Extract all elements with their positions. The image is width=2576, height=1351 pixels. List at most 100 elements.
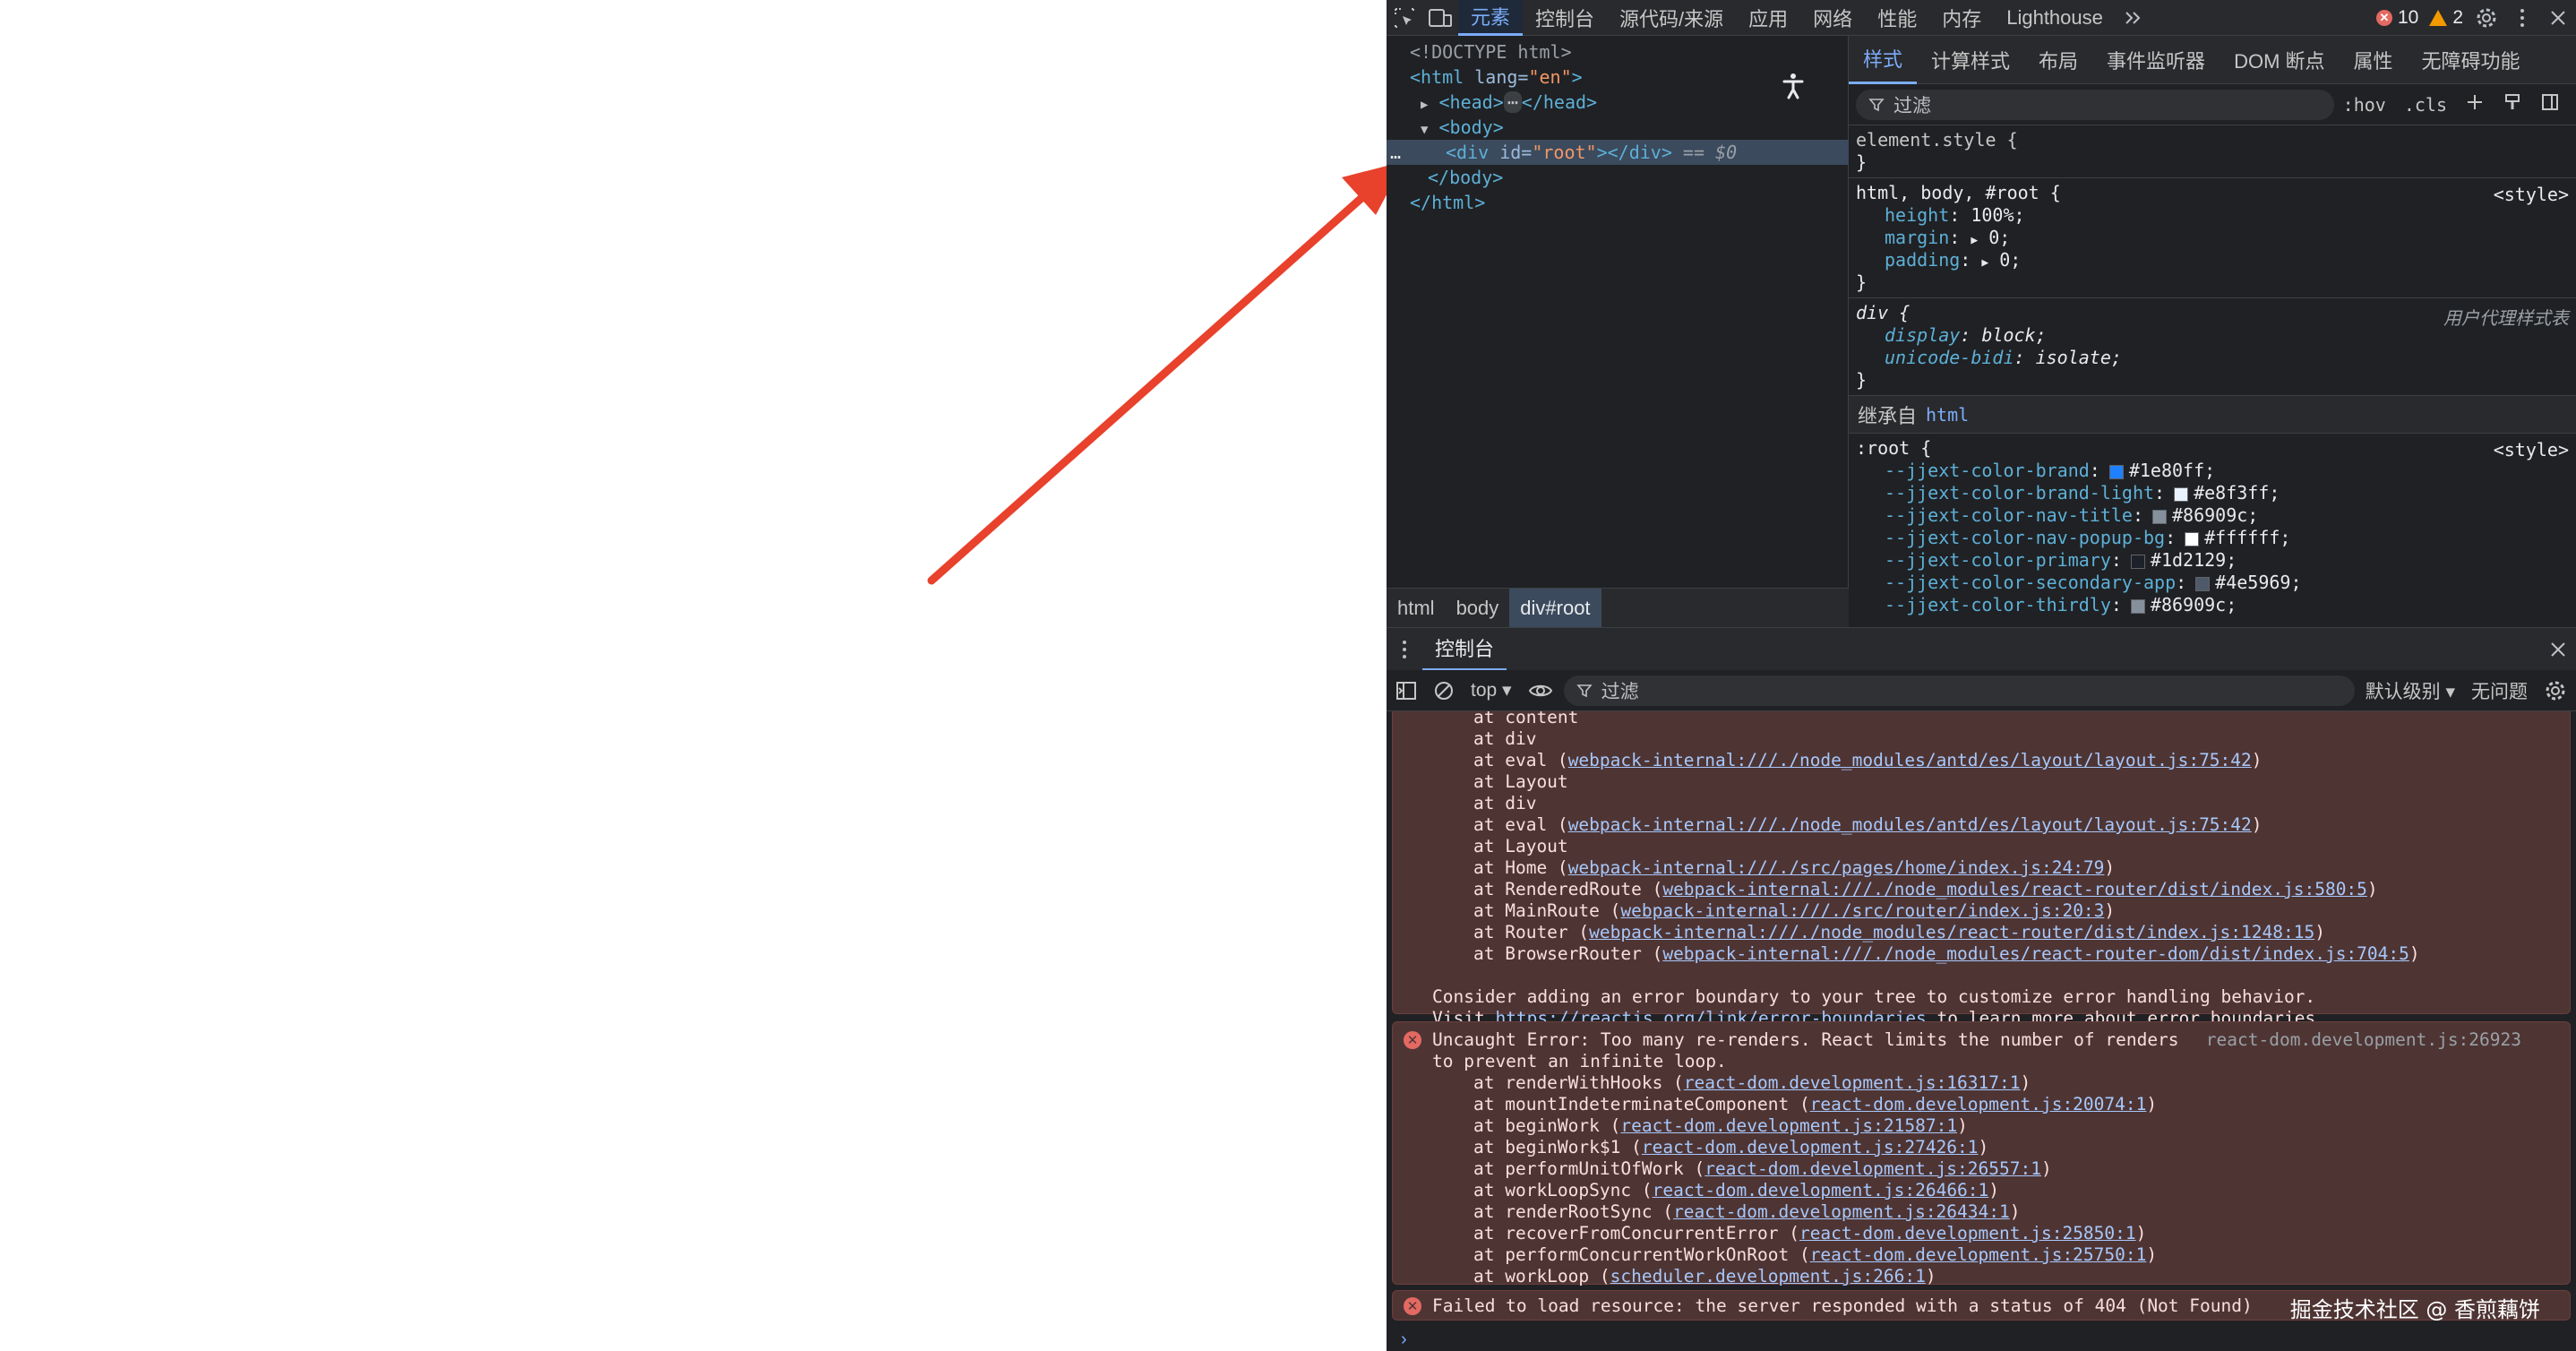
color-swatch[interactable] [2130, 554, 2145, 569]
device-toolbar-icon[interactable] [1422, 0, 1458, 36]
inspect-element-icon[interactable] [1387, 0, 1422, 36]
issues-button[interactable]: 无问题 [2466, 675, 2533, 707]
tab-lighthouse[interactable]: Lighthouse [1994, 0, 2116, 36]
subtab-styles[interactable]: 样式 [1849, 36, 1918, 84]
stack-frame-link[interactable]: webpack-internal:///./src/router/index.j… [1620, 900, 2104, 921]
more-tabs-icon[interactable] [2116, 0, 2151, 36]
tab-application[interactable]: 应用 [1736, 0, 1800, 36]
close-drawer-icon[interactable] [2540, 632, 2576, 667]
toggle-sidebar-icon[interactable] [2531, 92, 2569, 117]
stack-frame-link[interactable]: webpack-internal:///./src/pages/home/ind… [1568, 857, 2105, 878]
stack-frame-link[interactable]: webpack-internal:///./node_modules/antd/… [1568, 814, 2252, 835]
color-swatch[interactable] [2185, 531, 2200, 546]
color-swatch[interactable] [2108, 464, 2124, 479]
drawer-tab-console[interactable]: 控制台 [1422, 628, 1507, 671]
console-settings-gear-icon[interactable] [2538, 675, 2572, 707]
stack-frame-link[interactable]: react-dom.development.js:25850:1 [1799, 1223, 2136, 1243]
log-level-dropdown[interactable]: 默认级别 ▾ [2360, 675, 2460, 707]
stack-frame-link[interactable]: react-dom.development.js:27426:1 [1642, 1137, 1979, 1157]
expand-triangle-icon[interactable]: ▶ [1421, 98, 1428, 112]
css-variable[interactable]: --jjext-color-primary: #1d2129; [1856, 549, 2569, 572]
paint-brush-icon[interactable] [2494, 92, 2531, 117]
breadcrumb-html[interactable]: html [1387, 589, 1446, 628]
stack-frame-link[interactable]: react-dom.development.js:20074:1 [1810, 1094, 2147, 1114]
cls-toggle[interactable]: .cls [2395, 94, 2456, 116]
dom-body-node[interactable]: ▼ <body> [1387, 115, 1849, 140]
tab-elements[interactable]: 元素 [1458, 0, 1524, 36]
dom-body-close[interactable]: </body> [1387, 165, 1849, 190]
rule-source-link[interactable]: <style> [2494, 184, 2569, 205]
color-swatch[interactable] [2195, 576, 2211, 591]
stack-frame-link[interactable]: react-dom.development.js:21587:1 [1620, 1115, 1957, 1136]
console-filter-input[interactable]: 过滤 [1563, 675, 2355, 706]
context-selector[interactable]: top ▾ [1465, 675, 1517, 707]
devtools-panel: 元素 控制台 源代码/来源 应用 网络 性能 内存 Lighthouse ✕ 1… [1387, 0, 2576, 1351]
accessibility-tree-icon[interactable] [1777, 70, 1809, 102]
subtab-computed[interactable]: 计算样式 [1917, 36, 2024, 84]
elements-dom-tree: <!DOCTYPE html> <html lang="en"> ▶ <head… [1387, 36, 1849, 627]
close-devtools-icon[interactable] [2540, 0, 2576, 36]
stack-frame-link[interactable]: webpack-internal:///./node_modules/react… [1662, 879, 2367, 899]
stack-frame-link[interactable]: react-dom.development.js:26557:1 [1704, 1158, 2041, 1179]
stack-frame-link[interactable]: react-dom.development.js:26434:1 [1673, 1201, 2010, 1222]
tab-memory[interactable]: 内存 [1929, 0, 1994, 36]
breadcrumb-div-root[interactable]: div#root [1509, 588, 1601, 628]
styles-filter-input[interactable]: 过滤 [1856, 89, 2334, 120]
tab-console[interactable]: 控制台 [1523, 0, 1607, 36]
console-sidebar-icon[interactable] [1390, 675, 1422, 707]
css-property[interactable]: padding: ▶ 0; [1856, 249, 2569, 271]
clear-console-icon[interactable] [1428, 675, 1460, 707]
color-swatch[interactable] [2152, 509, 2167, 524]
element-style-rule[interactable]: element.style { } [1849, 125, 2576, 178]
collapsed-ellipsis[interactable]: ⋯ [1503, 91, 1522, 113]
tab-performance[interactable]: 性能 [1865, 0, 1929, 36]
subtab-accessibility[interactable]: 无障碍功能 [2408, 36, 2535, 84]
warning-count-badge[interactable]: 2 [2424, 7, 2469, 29]
css-property[interactable]: height: 100%; [1856, 204, 2569, 227]
css-variable[interactable]: --jjext-color-brand-light: #e8f3ff; [1856, 482, 2569, 504]
subtab-layout[interactable]: 布局 [2024, 36, 2092, 84]
console-error-message[interactable]: ✕ Uncaught Error: Too many re-renders. R… [1392, 1021, 2571, 1286]
tab-sources[interactable]: 源代码/来源 [1607, 0, 1736, 36]
css-property[interactable]: margin: ▶ 0; [1856, 227, 2569, 249]
dom-doctype[interactable]: <!DOCTYPE html> [1387, 39, 1849, 65]
hov-toggle[interactable]: :hov [2334, 94, 2395, 116]
tab-network[interactable]: 网络 [1800, 0, 1865, 36]
css-variable[interactable]: --jjext-color-thirdly: #86909c; [1856, 594, 2569, 616]
html-body-root-rule[interactable]: html, body, #root { <style> height: 100%… [1849, 178, 2576, 298]
drawer-menu-icon[interactable] [1387, 632, 1422, 667]
stack-frame-link[interactable]: react-dom.development.js:26466:1 [1653, 1180, 1989, 1200]
subtab-dom-breakpoints[interactable]: DOM 断点 [2220, 36, 2339, 84]
subtab-properties[interactable]: 属性 [2340, 36, 2408, 84]
settings-gear-icon[interactable] [2469, 0, 2504, 36]
subtab-event-listeners[interactable]: 事件监听器 [2092, 36, 2220, 84]
more-options-icon[interactable] [2504, 0, 2540, 36]
new-rule-plus-icon[interactable] [2456, 92, 2494, 117]
console-prompt-icon[interactable]: › [1401, 1329, 1407, 1350]
inherited-html-link[interactable]: html [1926, 404, 1969, 426]
css-variable[interactable]: --jjext-color-nav-title: #86909c; [1856, 504, 2569, 527]
stack-frame-link[interactable]: webpack-internal:///./node_modules/react… [1589, 922, 2314, 942]
css-variable[interactable]: --jjext-color-secondary-app: #4e5969; [1856, 572, 2569, 594]
dom-html-close[interactable]: </html> [1387, 190, 1849, 215]
error-count-badge[interactable]: ✕ 10 [2371, 7, 2424, 29]
stack-frame-link[interactable]: webpack-internal:///./node_modules/react… [1662, 943, 2409, 964]
color-swatch[interactable] [2174, 486, 2189, 502]
css-variable[interactable]: --jjext-color-nav-popup-bg: #ffffff; [1856, 527, 2569, 549]
collapse-triangle-icon[interactable]: ▼ [1421, 123, 1428, 137]
expand-triangle-icon: ▶ [1981, 256, 1989, 270]
error-source-link[interactable]: react-dom.development.js:26923 [2206, 1029, 2521, 1051]
stack-frame-link[interactable]: scheduler.development.js:266:1 [1610, 1266, 1926, 1286]
breadcrumb-body[interactable]: body [1446, 589, 1510, 628]
stack-frame-link[interactable]: webpack-internal:///./node_modules/antd/… [1568, 750, 2252, 770]
stack-frame-link[interactable]: react-dom.development.js:25750:1 [1810, 1244, 2147, 1265]
css-variable[interactable]: --jjext-color-brand: #1e80ff; [1856, 460, 2569, 482]
row-more-icon[interactable]: … [1390, 140, 1401, 165]
rule-source-link[interactable]: <style> [2494, 439, 2569, 460]
color-swatch[interactable] [2130, 598, 2145, 614]
root-rule[interactable]: :root { <style> --jjext-color-brand: #1e8… [1849, 434, 2576, 620]
console-error-message[interactable]: at content at div at eval (webpack-inter… [1392, 711, 2571, 1028]
live-expression-eye-icon[interactable] [1523, 675, 1558, 707]
dom-div-root-node[interactable]: … <div id="root"></div> == $0 [1387, 140, 1849, 165]
stack-frame-link[interactable]: react-dom.development.js:16317:1 [1684, 1072, 2021, 1093]
